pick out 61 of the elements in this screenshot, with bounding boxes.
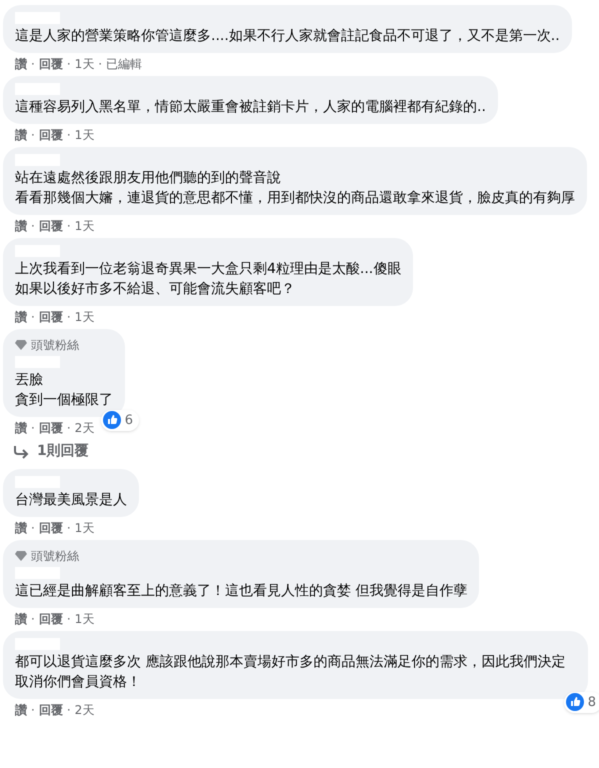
comment-text: 這種容易列入黑名單，情節太嚴重會被註銷卡片，人家的電腦裡都有紀錄的.. [15, 98, 486, 117]
reaction-number: 6 [124, 412, 133, 430]
separator-dot: · [66, 309, 71, 326]
comment-text: 這是人家的營業策略你管這麼多....如果不行人家就會註記食品不可退了，又不是第一次.. [15, 27, 560, 46]
comment-text: 這已經是曲解顧客至上的意義了！這也看見人性的貪婪 但我覺得是自作孽 [15, 582, 468, 601]
view-replies-link[interactable]: 1則回覆 [3, 437, 89, 466]
reply-link[interactable]: 回覆 [38, 55, 63, 73]
separator-dot: · [66, 520, 71, 537]
separator-dot: · [66, 611, 71, 628]
separator-dot: · [66, 702, 71, 719]
reply-link[interactable]: 回覆 [38, 126, 63, 144]
like-link[interactable]: 讚 [15, 519, 27, 537]
comment-text: 丟臉 [15, 371, 44, 390]
edited-label: 已編輯 [106, 56, 142, 73]
reply-link[interactable]: 回覆 [38, 519, 63, 537]
separator-dot: · [31, 218, 35, 235]
diamond-icon [15, 551, 27, 561]
separator-dot: · [31, 702, 35, 719]
timestamp: 1天 [74, 520, 94, 537]
reaction-number: 8 [588, 694, 596, 712]
reply-link[interactable]: 回覆 [38, 217, 63, 235]
separator-dot: · [31, 611, 35, 628]
timestamp: 1天 [74, 611, 94, 628]
like-link[interactable]: 讚 [15, 419, 27, 437]
separator-dot: · [66, 218, 71, 235]
comment-text: 上次我看到一位老翁退奇異果一大盒只剩4粒理由是太酸...傻眼 [15, 260, 402, 279]
fan-badge-label: 頭號粉絲 [31, 548, 79, 565]
fan-badge-label: 頭號粉絲 [31, 337, 79, 354]
comment-text: 貪到一個極限了 [15, 391, 113, 410]
separator-dot: · [31, 309, 35, 326]
comment-text: 台灣最美風景是人 [15, 491, 127, 510]
like-link[interactable]: 讚 [15, 217, 27, 235]
separator-dot: · [31, 420, 35, 437]
comment-text: 看看那幾個大嬸，連退貨的意思都不懂，用到都快沒的商品還敢拿來退貨，臉皮真的有夠厚 [15, 189, 575, 208]
comment-text: 都可以退貨這麼多次 應該跟他說那本賣場好市多的商品無法滿足你的需求，因此我們決定取消你們會員資格！ [15, 653, 566, 692]
separator-dot: · [31, 520, 35, 537]
reply-link[interactable]: 回覆 [38, 308, 63, 326]
timestamp: 2天 [74, 702, 94, 719]
timestamp: 1天 [74, 309, 94, 326]
separator-dot: · [98, 56, 102, 73]
timestamp: 1天 [74, 218, 94, 235]
like-link[interactable]: 讚 [15, 126, 27, 144]
timestamp: 2天 [74, 420, 94, 437]
separator-dot: · [66, 56, 71, 73]
diamond-icon [15, 340, 27, 350]
comment-text: 如果以後好市多不給退、可能會流失顧客吧？ [15, 280, 296, 299]
reply-link[interactable]: 回覆 [38, 419, 63, 437]
timestamp: 1天 [74, 127, 94, 144]
reply-arrow-icon [13, 444, 29, 458]
reply-link[interactable]: 回覆 [38, 610, 63, 628]
reply-link[interactable]: 回覆 [38, 701, 63, 719]
timestamp: 1天 [74, 56, 94, 73]
comment-text: 站在遠處然後跟朋友用他們聽的到的聲音說 [15, 169, 282, 188]
like-link[interactable]: 讚 [15, 610, 27, 628]
separator-dot: · [66, 420, 71, 437]
separator-dot: · [66, 127, 71, 144]
separator-dot: · [31, 56, 35, 73]
like-link[interactable]: 讚 [15, 701, 27, 719]
separator-dot: · [31, 127, 35, 144]
like-link[interactable]: 讚 [15, 308, 27, 326]
like-link[interactable]: 讚 [15, 55, 27, 73]
